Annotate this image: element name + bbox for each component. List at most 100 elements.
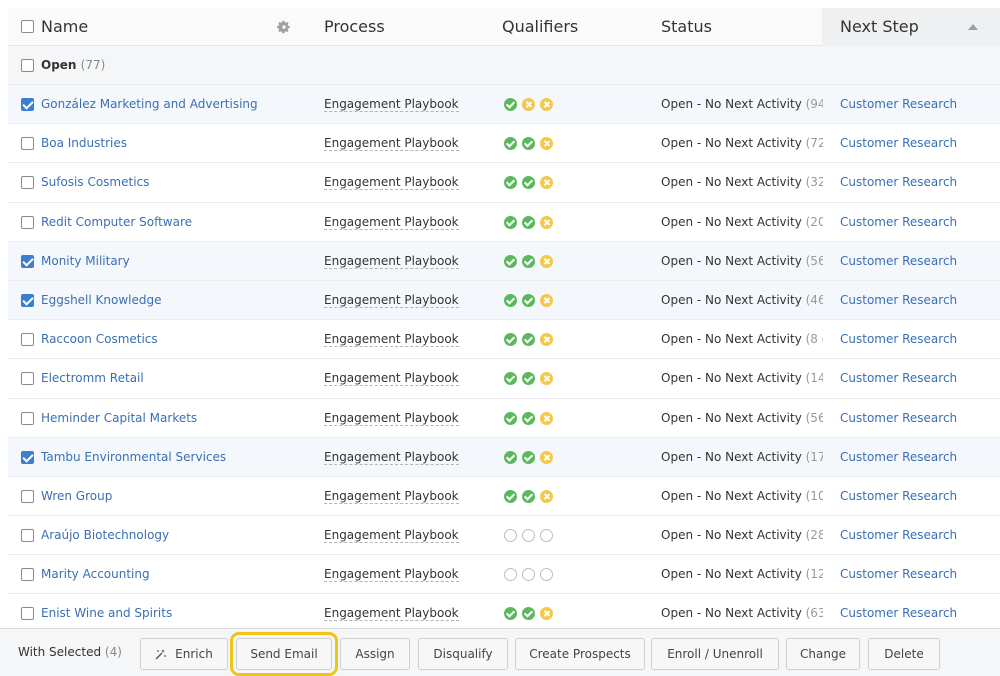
table-row[interactable]: Eggshell Knowledge Engagement Playbook Ope… (8, 280, 1000, 321)
table-row[interactable]: Araújo Biotechnology Engagement Playbook O… (8, 516, 1000, 556)
qualifier-check-icon (522, 489, 535, 503)
enroll-unenroll-button[interactable]: Enroll / Unenroll (651, 638, 779, 670)
create-prospects-button[interactable]: Create Prospects (515, 638, 645, 670)
table-row[interactable]: Heminder Capital Markets Engagement Playb… (8, 398, 1000, 438)
bulk-action-bar: With Selected (4) Enrich Send Email Assi… (0, 628, 1000, 676)
process-link[interactable]: Engagement Playbook (324, 555, 459, 594)
next-step-link[interactable]: Customer Research (840, 438, 957, 477)
select-all-checkbox[interactable] (21, 20, 34, 33)
table-row[interactable]: Redit Computer Software Engagement Playbo… (8, 202, 1000, 242)
table-row[interactable]: González Marketing and Advertising Engage… (8, 85, 1000, 125)
process-link[interactable]: Engagement Playbook (324, 203, 459, 242)
row-checkbox[interactable] (21, 176, 34, 190)
account-name-link[interactable]: Electromm Retail (41, 359, 291, 398)
assign-button[interactable]: Assign (340, 638, 410, 670)
row-checkbox[interactable] (21, 568, 34, 582)
account-name-link[interactable]: Heminder Capital Markets (41, 399, 291, 438)
disqualify-button[interactable]: Disqualify (418, 638, 508, 670)
qualifier-check-icon (504, 215, 517, 229)
enrich-button[interactable]: Enrich (140, 638, 228, 670)
account-name-link[interactable]: Monity Military (41, 242, 291, 281)
row-checkbox[interactable] (21, 411, 34, 425)
process-link[interactable]: Engagement Playbook (324, 85, 459, 124)
row-checkbox[interactable] (21, 450, 34, 464)
account-name-link[interactable]: Wren Group (41, 477, 291, 516)
next-step-link[interactable]: Customer Research (840, 242, 957, 281)
row-checkbox[interactable] (21, 137, 34, 151)
table-row[interactable]: Electromm Retail Engagement Playbook Open … (8, 359, 1000, 399)
next-step-link[interactable]: Customer Research (840, 477, 957, 516)
next-step-link[interactable]: Customer Research (840, 163, 957, 202)
account-name-link[interactable]: Araújo Biotechnology (41, 516, 291, 555)
status-text: Open - No Next Activity (28 da (661, 528, 823, 543)
qualifier-check-icon (504, 137, 517, 151)
next-step-link[interactable]: Customer Research (840, 203, 957, 242)
account-name-link[interactable]: Marity Accounting (41, 555, 291, 594)
status-text: Open - No Next Activity (94 da (661, 97, 823, 111)
row-checkbox[interactable] (21, 529, 34, 543)
account-name-link[interactable]: Boa Industries (41, 124, 291, 163)
next-step-link[interactable]: Customer Research (840, 281, 957, 320)
table-row[interactable]: Raccoon Cosmetics Engagement Playbook Open… (8, 320, 1000, 360)
row-checkbox[interactable] (21, 98, 34, 111)
table-row[interactable]: Tambu Environmental Services Engagement P… (8, 437, 1000, 477)
process-link[interactable]: Engagement Playbook (324, 320, 459, 359)
row-checkbox[interactable] (21, 489, 34, 503)
table-row[interactable]: Monity Military Engagement Playbook Open -… (8, 241, 1000, 281)
group-checkbox[interactable] (21, 59, 34, 72)
qualifier-check-icon (504, 489, 517, 503)
table-row[interactable]: Wren Group Engagement Playbook Open - No N… (8, 476, 1000, 517)
row-checkbox[interactable] (21, 254, 34, 268)
qualifiers (504, 607, 553, 621)
table-row[interactable]: Sufosis Cosmetics Engagement Playbook Open… (8, 163, 1000, 203)
process-link[interactable]: Engagement Playbook (324, 399, 459, 438)
next-step-link[interactable]: Customer Research (840, 399, 957, 438)
gear-icon[interactable] (277, 20, 291, 34)
qualifier-empty-icon (540, 568, 553, 582)
process-link[interactable]: Engagement Playbook (324, 281, 459, 320)
delete-button[interactable]: Delete (868, 638, 940, 670)
process-link[interactable]: Engagement Playbook (324, 124, 459, 163)
row-checkbox[interactable] (21, 293, 34, 307)
column-header-next-step[interactable]: Next Step (840, 8, 919, 46)
next-step-link[interactable]: Customer Research (840, 320, 957, 359)
change-button[interactable]: Change (786, 638, 860, 670)
column-header-process[interactable]: Process (324, 8, 385, 46)
account-name-link[interactable]: Tambu Environmental Services (41, 438, 291, 477)
process-link[interactable]: Engagement Playbook (324, 438, 459, 477)
send-email-button[interactable]: Send Email (230, 632, 338, 676)
column-header-name[interactable]: Name (41, 8, 88, 46)
account-name-link[interactable]: Raccoon Cosmetics (41, 320, 291, 359)
sort-ascending-icon[interactable] (968, 24, 978, 30)
next-step-link[interactable]: Customer Research (840, 124, 957, 163)
qualifiers (504, 254, 553, 268)
process-link[interactable]: Engagement Playbook (324, 359, 459, 398)
qualifier-check-icon (522, 450, 535, 464)
process-link[interactable]: Engagement Playbook (324, 477, 459, 516)
table-row[interactable]: Boa Industries Engagement Playbook Open - … (8, 124, 1000, 164)
column-header-status[interactable]: Status (661, 8, 712, 46)
account-name-link[interactable]: Sufosis Cosmetics (41, 163, 291, 202)
table-row[interactable]: Marity Accounting Engagement Playbook Open… (8, 555, 1000, 595)
qualifier-warning-icon (540, 98, 553, 111)
row-checkbox[interactable] (21, 372, 34, 386)
account-name-link[interactable]: Eggshell Knowledge (41, 281, 291, 320)
next-step-link[interactable]: Customer Research (840, 516, 957, 555)
account-name-link[interactable]: González Marketing and Advertising (41, 85, 291, 124)
next-step-link[interactable]: Customer Research (840, 85, 957, 124)
column-header-qualifiers[interactable]: Qualifiers (502, 8, 578, 46)
next-step-link[interactable]: Customer Research (840, 555, 957, 594)
qualifier-check-icon (504, 333, 517, 347)
process-link[interactable]: Engagement Playbook (324, 242, 459, 281)
qualifier-check-icon (522, 333, 535, 347)
table-body: González Marketing and Advertising Engage… (8, 85, 1000, 634)
qualifier-check-icon (504, 98, 517, 111)
account-name-link[interactable]: Redit Computer Software (41, 203, 291, 242)
row-checkbox[interactable] (21, 333, 34, 347)
status-text: Open - No Next Activity (122 d (661, 567, 823, 582)
row-checkbox[interactable] (21, 607, 34, 621)
process-link[interactable]: Engagement Playbook (324, 516, 459, 555)
next-step-link[interactable]: Customer Research (840, 359, 957, 398)
row-checkbox[interactable] (21, 215, 34, 229)
process-link[interactable]: Engagement Playbook (324, 163, 459, 202)
